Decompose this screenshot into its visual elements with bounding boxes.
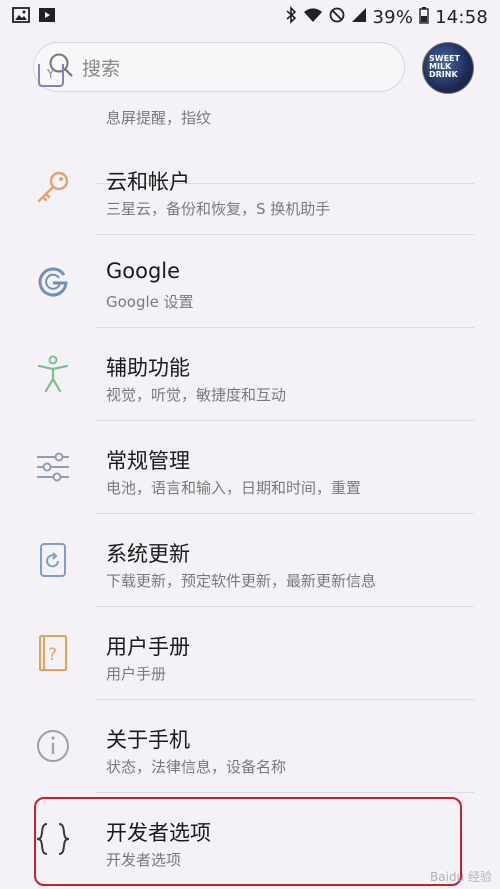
- settings-item-user-manual[interactable]: ? 用户手册 用户手册: [0, 607, 500, 700]
- settings-item-subtitle: 下载更新，预定软件更新，最新更新信息: [106, 572, 377, 590]
- settings-item-subtitle: 视觉，听觉，敏捷度和互动: [106, 386, 287, 404]
- settings-item-accessibility[interactable]: 辅助功能 视觉，听觉，敏捷度和互动: [0, 328, 500, 421]
- settings-item-subtitle: 息屏提醒，指纹: [106, 109, 212, 127]
- svg-text:?: ?: [48, 645, 57, 665]
- settings-item-subtitle: 电池，语言和输入，日期和时间，重置: [106, 479, 362, 497]
- settings-item-title: 辅助功能: [106, 356, 190, 380]
- settings-item-subtitle: 用户手册: [106, 665, 167, 683]
- svg-text:Y: Y: [46, 67, 55, 81]
- key-icon: [33, 168, 73, 208]
- info-icon: [33, 726, 73, 766]
- clock: 14:58: [435, 6, 488, 28]
- settings-item-title: 系统更新: [106, 542, 190, 566]
- battery-icon: [419, 6, 429, 29]
- image-icon: [12, 6, 30, 28]
- user-manual-icon: ?: [33, 633, 73, 673]
- settings-item-subtitle: Google 设置: [106, 293, 194, 311]
- settings-item-title: 云和帐户: [106, 170, 190, 194]
- settings-item-about-phone[interactable]: 关于手机 状态，法律信息，设备名称: [0, 700, 500, 793]
- settings-item-general-management[interactable]: 常规管理 电池，语言和输入，日期和时间，重置: [0, 421, 500, 514]
- settings-item-system-update[interactable]: 系统更新 下载更新，预定软件更新，最新更新信息: [0, 514, 500, 607]
- settings-item-subtitle: 状态，法律信息，设备名称: [106, 758, 287, 776]
- highlight-box: [34, 797, 462, 886]
- watermark: Baidu 经验: [430, 870, 492, 884]
- google-icon: [33, 261, 73, 301]
- video-icon: [38, 7, 56, 28]
- signal-icon: [351, 7, 367, 28]
- settings-item-title: 常规管理: [106, 449, 190, 473]
- battery-percent: 39%: [372, 6, 414, 28]
- settings-item-cloud-accounts[interactable]: 云和帐户 三星云，备份和恢复，S 换机助手: [0, 142, 500, 235]
- bluetooth-icon: [285, 5, 297, 29]
- settings-item-title: Google: [106, 259, 181, 283]
- accessibility-icon: [33, 354, 73, 394]
- settings-item-google[interactable]: Google Google 设置: [0, 235, 500, 328]
- settings-item-title: 关于手机: [106, 728, 190, 752]
- lock-screen-icon: Y: [33, 57, 73, 104]
- sliders-icon: [33, 447, 73, 487]
- status-bar: 39% 14:58: [0, 0, 500, 34]
- settings-item-title: 用户手册: [106, 635, 190, 659]
- dnd-icon: [329, 7, 345, 28]
- system-update-icon: [33, 540, 73, 580]
- settings-item-subtitle: 三星云，备份和恢复，S 换机助手: [106, 200, 331, 218]
- wifi-icon: [303, 7, 323, 28]
